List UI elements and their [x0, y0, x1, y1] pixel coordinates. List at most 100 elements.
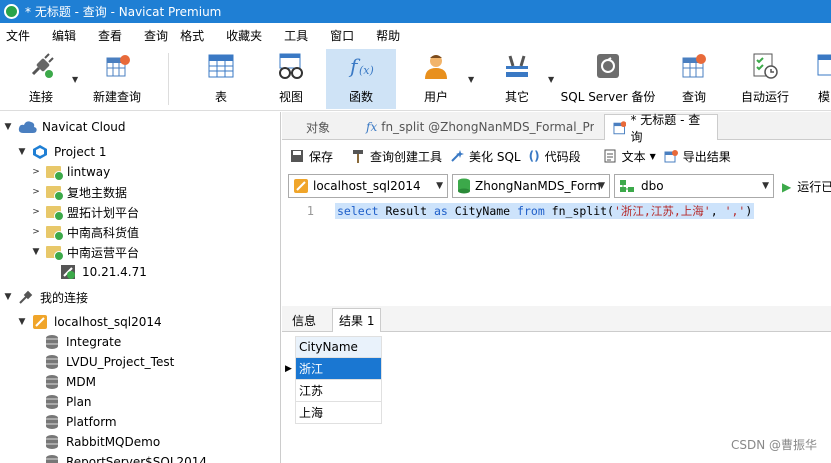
schema-select[interactable]: dbo ▼	[614, 174, 774, 198]
sql-server-backup-button[interactable]: SQL Server 备份	[560, 49, 656, 109]
tree-item-project-1[interactable]: ▼ Project 1	[16, 142, 107, 162]
query-builder-button[interactable]: 查询创建工具	[351, 148, 442, 165]
user-button[interactable]: 用户	[412, 49, 460, 109]
main-toolbar: 连接 ▼ 新建查询 表 视图 f (x) 函数 用户 ▼ 其它 ▼ SQL Se…	[0, 47, 831, 111]
tree-item-fudi[interactable]: > 复地主数据	[30, 182, 127, 202]
title-bar: * 无标题 - 查询 - Navicat Premium	[0, 0, 831, 23]
tree-item-connection-10-21-4-71[interactable]: 10.21.4.71	[60, 262, 147, 282]
chevron-right-icon[interactable]: >	[30, 167, 42, 177]
text-button[interactable]: 文本 ▼	[603, 148, 656, 165]
menu-view[interactable]: 查看	[92, 27, 128, 44]
tab-fn-split[interactable]: fx fn_split @ZhongNanMDS_Formal_Pr...	[358, 114, 602, 140]
tree-item-db-integrate[interactable]: Integrate	[46, 332, 121, 352]
connect-dropdown-icon[interactable]: ▼	[72, 75, 78, 84]
sql-editor[interactable]: 1 select Result as CityName from fn_spli…	[282, 200, 831, 303]
cloud-icon	[18, 121, 37, 133]
database-icon	[46, 355, 58, 369]
connection-icon	[61, 265, 75, 279]
chevron-down-icon[interactable]: ▼	[650, 152, 656, 161]
database-icon	[458, 178, 470, 194]
function-button[interactable]: f (x) 函数	[326, 49, 396, 109]
tree-item-navicat-cloud[interactable]: ▼ Navicat Cloud	[2, 117, 126, 137]
tab-untitled-query[interactable]: * 无标题 - 查询	[604, 113, 718, 144]
code-snippet-button[interactable]: () 代码段	[529, 148, 581, 165]
save-button[interactable]: 保存	[290, 148, 333, 165]
run-button[interactable]: ▶ 运行已	[782, 178, 831, 195]
tree-item-zhongnan-yunying[interactable]: ▼ 中南运营平台	[30, 242, 139, 262]
table-row[interactable]: ▶ 浙江	[282, 358, 382, 380]
table-cell[interactable]: 浙江	[295, 358, 382, 380]
sql-code-line[interactable]: select Result as CityName from fn_split(…	[335, 203, 755, 219]
tree-item-db-lvdu[interactable]: LVDU_Project_Test	[46, 352, 174, 372]
folder-icon	[46, 166, 64, 181]
tree-item-my-connections[interactable]: ▼ 我的连接	[2, 287, 88, 307]
chevron-right-icon[interactable]: >	[30, 207, 42, 217]
tree-item-zhongnan-gaoke[interactable]: > 中南高科货值	[30, 222, 139, 242]
connect-button[interactable]: 连接	[20, 49, 62, 109]
other-button[interactable]: 其它	[496, 49, 538, 109]
new-query-button[interactable]: 新建查询	[90, 49, 144, 109]
chevron-down-icon[interactable]: ▼	[30, 247, 42, 257]
function-icon: fx	[366, 120, 378, 134]
menu-tools[interactable]: 工具	[278, 27, 314, 44]
menu-format[interactable]: 格式	[174, 27, 210, 44]
model-button[interactable]: 模	[812, 49, 831, 109]
menu-edit[interactable]: 编辑	[46, 27, 82, 44]
other-dropdown-icon[interactable]: ▼	[548, 75, 554, 84]
table-row[interactable]: 上海	[282, 402, 382, 424]
connect-label: 连接	[28, 90, 53, 104]
user-icon	[425, 55, 447, 79]
tree-item-db-plan[interactable]: Plan	[46, 392, 92, 412]
chevron-right-icon[interactable]: >	[30, 187, 42, 197]
tree-item-lintway[interactable]: > lintway	[30, 162, 110, 182]
tab-objects[interactable]: 对象	[298, 114, 358, 140]
folder-icon	[46, 186, 64, 201]
menu-file[interactable]: 文件	[0, 27, 36, 44]
tree-item-localhost-sql2014[interactable]: ▼ localhost_sql2014	[16, 312, 162, 332]
menu-query[interactable]: 查询	[138, 27, 174, 44]
chevron-down-icon[interactable]: ▼	[2, 122, 14, 132]
column-header-cityname[interactable]: CityName	[295, 336, 382, 358]
database-icon	[46, 435, 58, 449]
tree-item-db-mdm[interactable]: MDM	[46, 372, 96, 392]
parentheses-icon: ()	[528, 149, 540, 163]
connection-select[interactable]: localhost_sql2014 ▼	[288, 174, 448, 198]
tree-item-db-platform[interactable]: Platform	[46, 412, 117, 432]
new-query-label: 新建查询	[92, 90, 141, 104]
database-select[interactable]: ZhongNanMDS_Form ▼	[452, 174, 610, 198]
chevron-down-icon[interactable]: ▼	[2, 292, 14, 302]
schema-icon	[620, 180, 634, 192]
folder-icon	[46, 226, 64, 241]
menu-help[interactable]: 帮助	[370, 27, 406, 44]
chevron-right-icon[interactable]: >	[30, 227, 42, 237]
query-label: 查询	[681, 90, 706, 104]
beautify-sql-button[interactable]: 美化 SQL	[450, 148, 521, 165]
automation-button[interactable]: 自动运行	[736, 49, 794, 109]
query-icon	[682, 54, 706, 78]
query-button[interactable]: 查询	[670, 49, 718, 109]
chevron-down-icon[interactable]: ▼	[16, 317, 28, 327]
view-button[interactable]: 视图	[265, 49, 317, 109]
tab-info[interactable]: 信息	[286, 308, 322, 332]
menu-window[interactable]: 窗口	[324, 27, 360, 44]
chevron-down-icon[interactable]: ▼	[16, 147, 28, 157]
line-gutter: 1	[282, 200, 322, 303]
toolbar-separator	[168, 53, 169, 105]
user-dropdown-icon[interactable]: ▼	[468, 75, 474, 84]
database-icon	[46, 335, 58, 349]
navigation-sidebar: ▼ Navicat Cloud ▼ Project 1 > lintway > …	[0, 112, 281, 463]
hammer-icon	[353, 150, 364, 163]
database-icon	[46, 395, 58, 409]
user-label: 用户	[423, 90, 448, 104]
tree-item-db-reportserver[interactable]: ReportServer$SQL2014	[46, 452, 207, 463]
menu-favorites[interactable]: 收藏夹	[220, 27, 268, 44]
tree-item-mengtuo[interactable]: > 盟拓计划平台	[30, 202, 139, 222]
tab-result-1[interactable]: 结果 1	[332, 308, 382, 332]
table-cell[interactable]: 上海	[295, 402, 382, 424]
tree-item-db-rabbitmq[interactable]: RabbitMQDemo	[46, 432, 160, 452]
export-results-button[interactable]: 导出结果	[664, 148, 731, 165]
sql-string: '浙江,江苏,上海'	[614, 204, 711, 218]
table-button[interactable]: 表	[195, 49, 247, 109]
table-cell[interactable]: 江苏	[295, 380, 382, 402]
table-row[interactable]: 江苏	[282, 380, 382, 402]
